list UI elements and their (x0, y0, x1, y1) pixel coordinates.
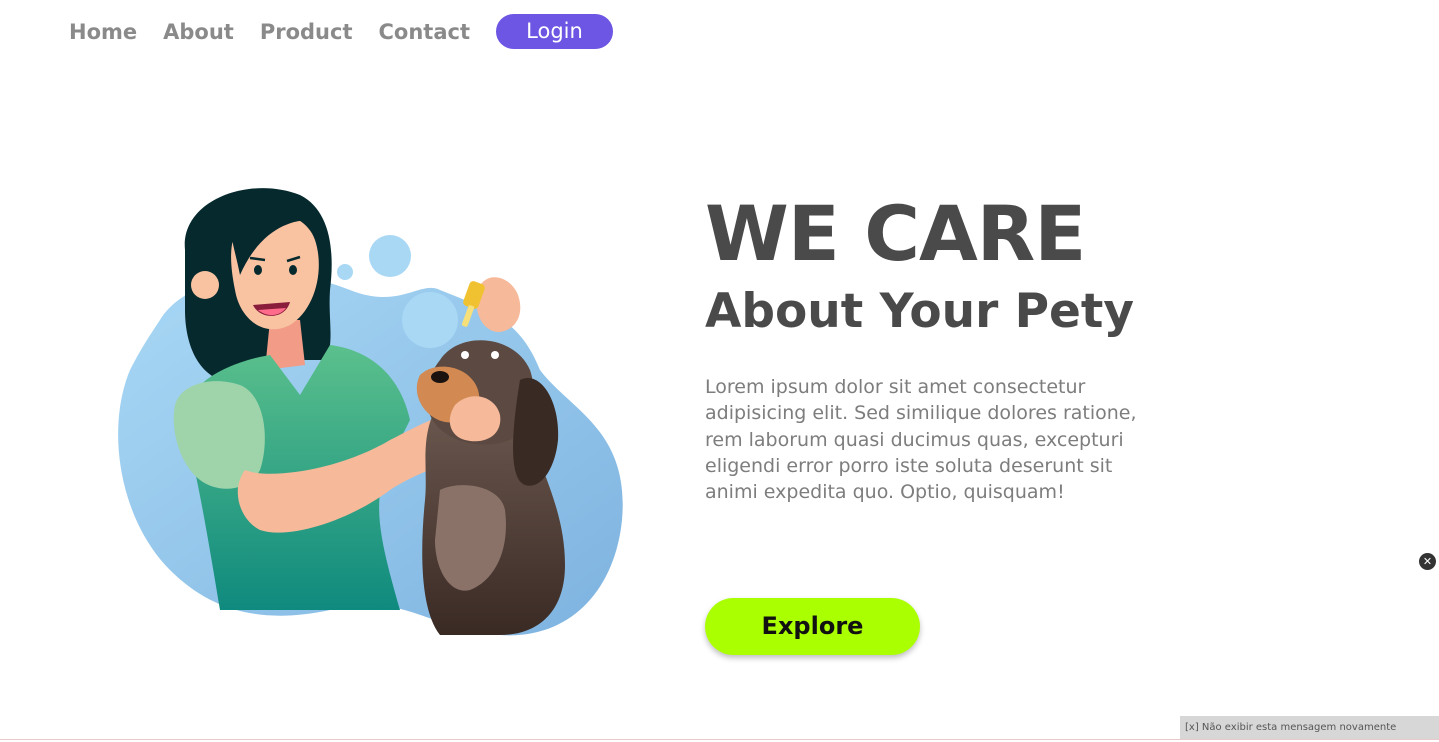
hero-subtitle: About Your Pety (705, 284, 1135, 339)
page: Home About Product Contact Login WE CARE… (0, 0, 1439, 742)
login-button[interactable]: Login (496, 14, 613, 49)
hero-section: WE CARE About Your Pety Lorem ipsum dolo… (705, 186, 1185, 505)
nav-link-about[interactable]: About (163, 15, 234, 49)
nav-link-home[interactable]: Home (69, 15, 137, 49)
close-icon[interactable]: ✕ (1419, 553, 1436, 570)
hero-title: WE CARE (705, 189, 1086, 278)
hero-description: Lorem ipsum dolor sit amet consectetur a… (705, 376, 1137, 504)
top-nav: Home About Product Contact Login (69, 14, 613, 49)
dismiss-notice[interactable]: [x] Não exibir esta mensagem novamente (1180, 716, 1439, 739)
nav-link-contact[interactable]: Contact (379, 15, 471, 49)
explore-button[interactable]: Explore (705, 598, 920, 655)
bottom-divider (0, 739, 1439, 740)
vet-dog-illustration (118, 188, 623, 636)
nav-link-product[interactable]: Product (260, 15, 353, 49)
